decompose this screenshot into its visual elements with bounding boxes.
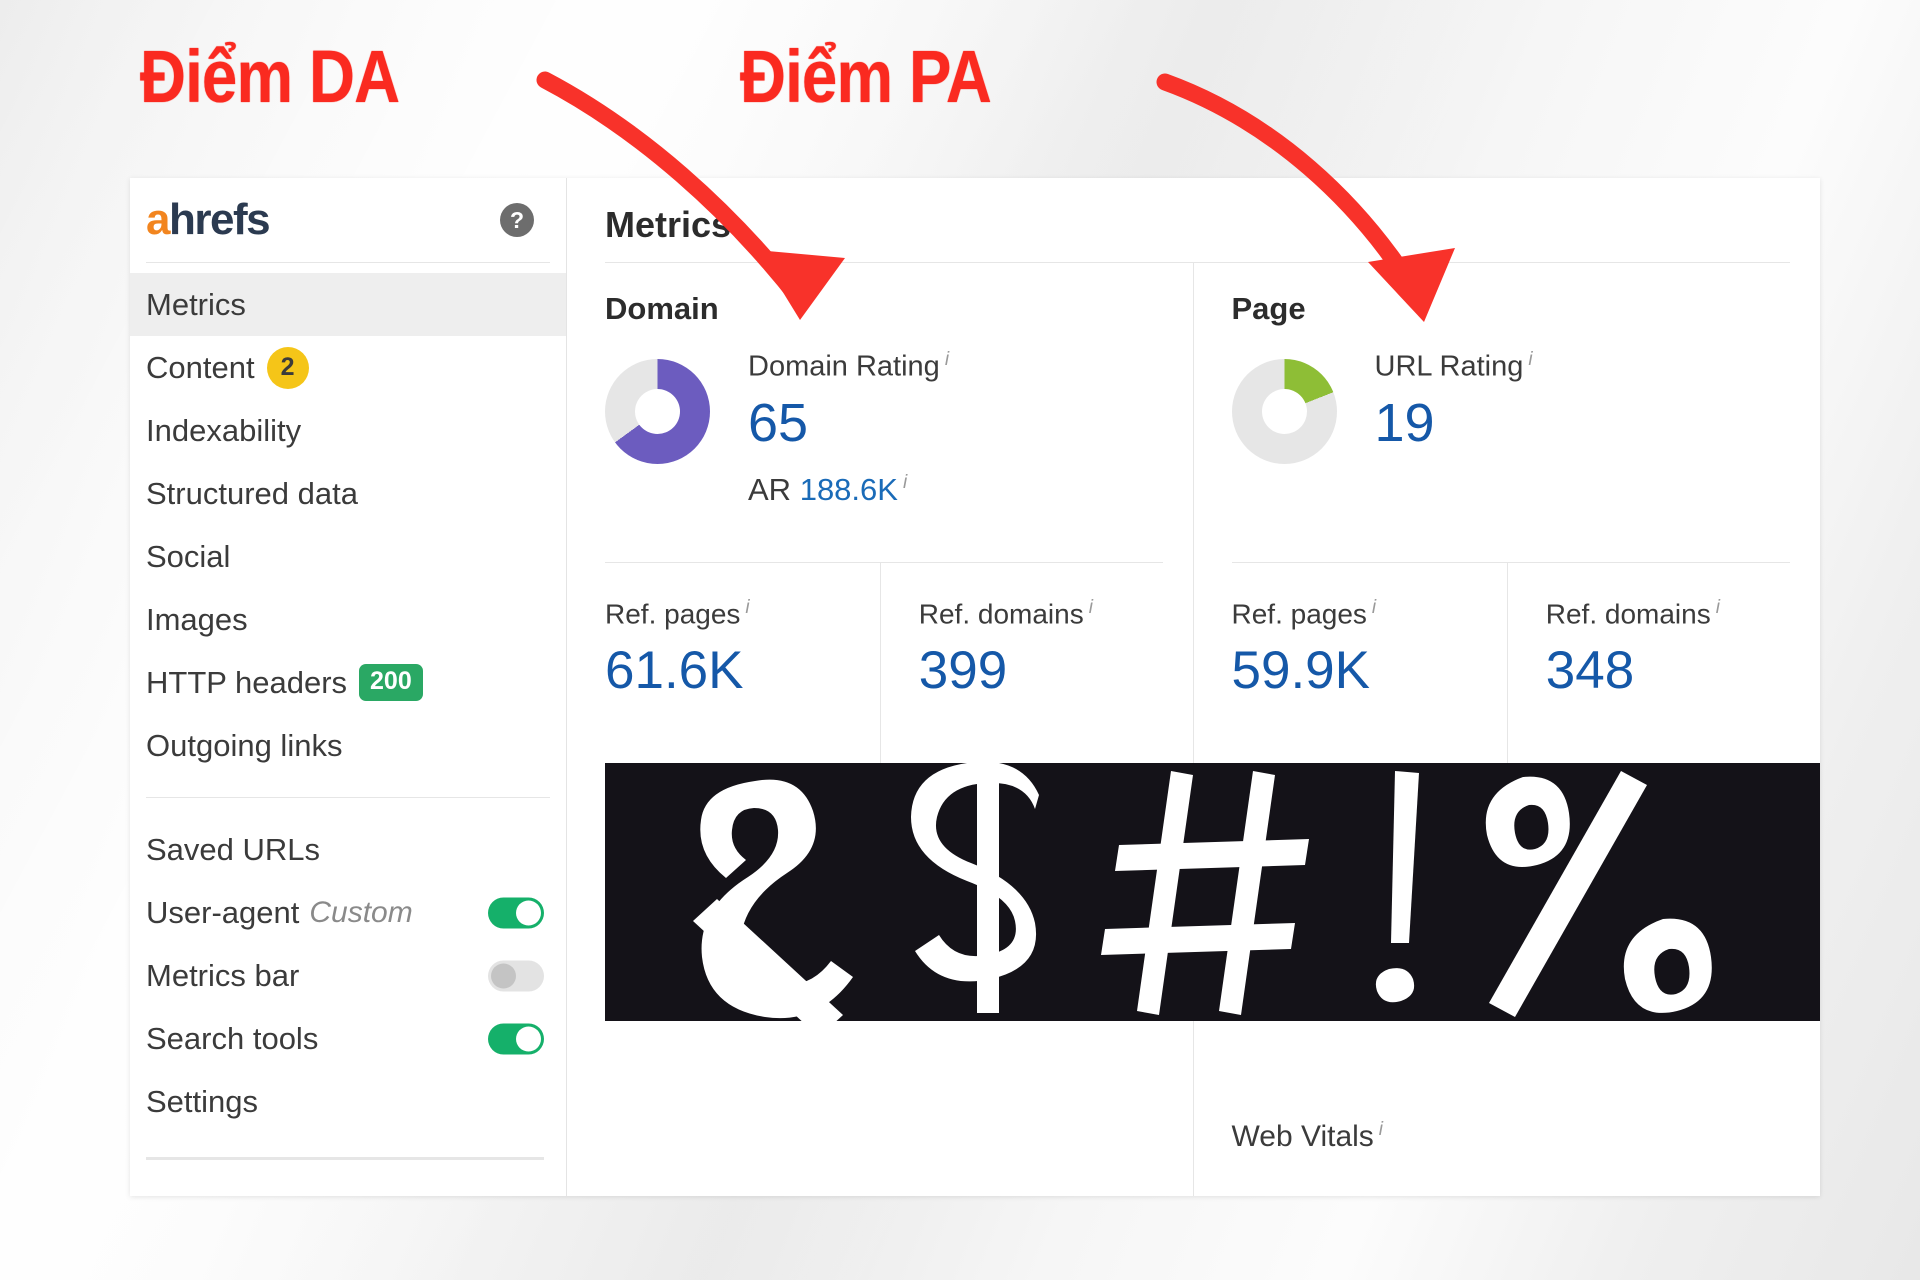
sidebar-item-label: Saved URLs — [146, 831, 321, 867]
info-icon[interactable]: i — [1089, 597, 1093, 618]
page-title: Metrics — [605, 204, 732, 245]
domain-rating-label: Domain Rating i — [748, 349, 950, 383]
domain-ref-row: Ref. pages i 61.6K Ref. domains i 399 — [567, 563, 1193, 763]
sidebar-footer-rule — [146, 1157, 544, 1160]
page-rating-text: URL Rating i 19 — [1337, 349, 1533, 450]
sidebar-header: ahrefs ? — [130, 178, 566, 262]
sidebar-item-user-agent[interactable]: User-agent Custom — [130, 881, 566, 944]
sidebar-item-search-tools[interactable]: Search tools — [130, 1007, 566, 1070]
sidebar-gap-2 — [130, 798, 566, 818]
user-agent-value: Custom — [309, 895, 413, 929]
domain-rating-row: Domain Rating i 65 AR 188.6K i — [567, 327, 1193, 562]
web-vitals-label: Web Vitals i — [1231, 1119, 1384, 1153]
sidebar-item-label: Structured data — [146, 475, 358, 511]
url-rating-donut — [1231, 359, 1337, 464]
sidebar-item-outgoing-links[interactable]: Outgoing links — [130, 714, 566, 777]
sidebar-item-label: Social — [146, 538, 231, 574]
info-icon[interactable]: i — [745, 597, 749, 618]
info-icon[interactable]: i — [1528, 349, 1532, 370]
grawlix-graphic — [605, 763, 1820, 1021]
sidebar-settings-group: Saved URLs User-agent Custom Metrics bar… — [130, 818, 566, 1133]
sidebar-item-label: User-agent — [146, 894, 300, 930]
sidebar-item-label: Settings — [146, 1083, 259, 1119]
annotation-label-pa: Điểm PA — [740, 35, 992, 118]
info-icon[interactable]: i — [945, 349, 949, 370]
sidebar-item-saved-urls[interactable]: Saved URLs — [130, 818, 566, 881]
sidebar-item-label: HTTP headers — [146, 664, 348, 700]
domain-rating-value: 65 — [748, 392, 809, 453]
sidebar-item-settings[interactable]: Settings — [130, 1070, 566, 1133]
content-count-badge: 2 — [266, 346, 309, 389]
ahrefs-rank-row: AR 188.6K i — [748, 472, 949, 508]
page-column: Page URL Ratingi 19 Ref. pagesi 59.9K — [1194, 263, 1821, 1196]
user-agent-toggle[interactable] — [488, 897, 544, 928]
logo-accent-letter: a — [146, 195, 170, 244]
domain-ref-pages-cell: Ref. pages i 61.6K — [567, 563, 880, 763]
page-ref-domains-value: 348 — [1545, 641, 1635, 701]
info-icon[interactable]: i — [1716, 597, 1720, 618]
sidebar-item-http-headers[interactable]: HTTP headers 200 — [130, 651, 566, 714]
metrics-bar-toggle[interactable] — [488, 960, 544, 991]
info-icon[interactable]: i — [903, 472, 907, 493]
sidebar-item-indexability[interactable]: Indexability — [130, 399, 566, 462]
sidebar-nav: Metrics Content 2 Indexability Structure… — [130, 263, 566, 777]
ar-label: AR — [748, 471, 792, 507]
sidebar-item-label: Metrics bar — [146, 957, 300, 993]
sidebar-item-metrics[interactable]: Metrics — [130, 273, 566, 336]
censored-content-panel — [605, 763, 1820, 1021]
domain-lower-area — [567, 763, 1820, 1196]
toggle-knob — [516, 900, 541, 925]
info-icon[interactable]: i — [1372, 597, 1376, 618]
toggle-knob — [491, 963, 516, 988]
toggle-knob — [516, 1026, 541, 1051]
url-rating-value: 19 — [1374, 392, 1435, 453]
url-rating-label: URL Rating i — [1374, 349, 1533, 383]
sidebar-item-label: Indexability — [146, 412, 302, 448]
annotation-label-da: Điểm DA — [140, 35, 400, 118]
sidebar-item-label: Content — [146, 349, 255, 385]
search-tools-toggle[interactable] — [488, 1023, 544, 1054]
page-ref-domains-cell: Ref. domains i 348 — [1506, 563, 1820, 763]
page-rating-row: URL Rating i 19 — [1194, 327, 1821, 562]
sidebar-item-images[interactable]: Images — [130, 588, 566, 651]
domain-ref-pages-value: 61.6K — [605, 641, 744, 701]
metrics-columns: Domain Domain Rating i 65 AR 188.6K i Ref.… — [567, 263, 1820, 1196]
domain-column: Domain Domain Rating i 65 AR 188.6K i Ref.… — [567, 263, 1820, 1196]
info-icon[interactable]: i — [1379, 1119, 1383, 1140]
ahrefs-extension-panel: ahrefs ? Metrics Content 2 Indexability … — [130, 178, 1820, 1196]
sidebar-item-structured-data[interactable]: Structured data — [130, 462, 566, 525]
page-heading: Page — [1231, 291, 1306, 326]
help-icon[interactable]: ? — [500, 203, 534, 237]
domain-rating-text: Domain Rating i 65 AR 188.6K i — [710, 349, 949, 508]
domain-ref-pages-label: Ref. pages i — [605, 597, 750, 630]
page-ref-domains-label: Ref. domains i — [1545, 597, 1720, 630]
domain-ref-domains-cell: Ref. domains i 399 — [879, 563, 1193, 763]
sidebar-item-label: Metrics — [146, 286, 246, 322]
domain-ref-domains-label: Ref. domains i — [918, 597, 1093, 630]
sidebar-item-social[interactable]: Social — [130, 525, 566, 588]
page-ref-pages-value: 59.9K — [1231, 641, 1371, 701]
sidebar-item-label: Images — [146, 601, 248, 637]
page-ref-pages-cell: Ref. pages i 59.9K — [1194, 563, 1507, 763]
http-status-badge: 200 — [359, 664, 423, 701]
sidebar-item-content[interactable]: Content 2 — [130, 336, 566, 399]
page-ref-row: Ref. pages i 59.9K Ref. domains i 348 — [1194, 563, 1821, 763]
main-content: Metrics Domain Domain Rating i 65 AR 188.… — [567, 178, 1820, 1196]
ahrefs-logo: ahrefs — [146, 195, 271, 244]
domain-heading: Domain — [605, 291, 719, 326]
ar-value: 188.6K — [799, 471, 898, 507]
sidebar-item-label: Outgoing links — [146, 727, 343, 763]
domain-ref-domains-value: 399 — [918, 641, 1008, 701]
logo-text: hrefs — [168, 195, 271, 244]
sidebar-item-metrics-bar[interactable]: Metrics bar — [130, 944, 566, 1007]
sidebar: ahrefs ? Metrics Content 2 Indexability … — [130, 178, 567, 1196]
domain-rating-donut — [605, 359, 710, 464]
page-ref-pages-label: Ref. pages i — [1231, 597, 1377, 630]
sidebar-item-label: Search tools — [146, 1020, 319, 1056]
